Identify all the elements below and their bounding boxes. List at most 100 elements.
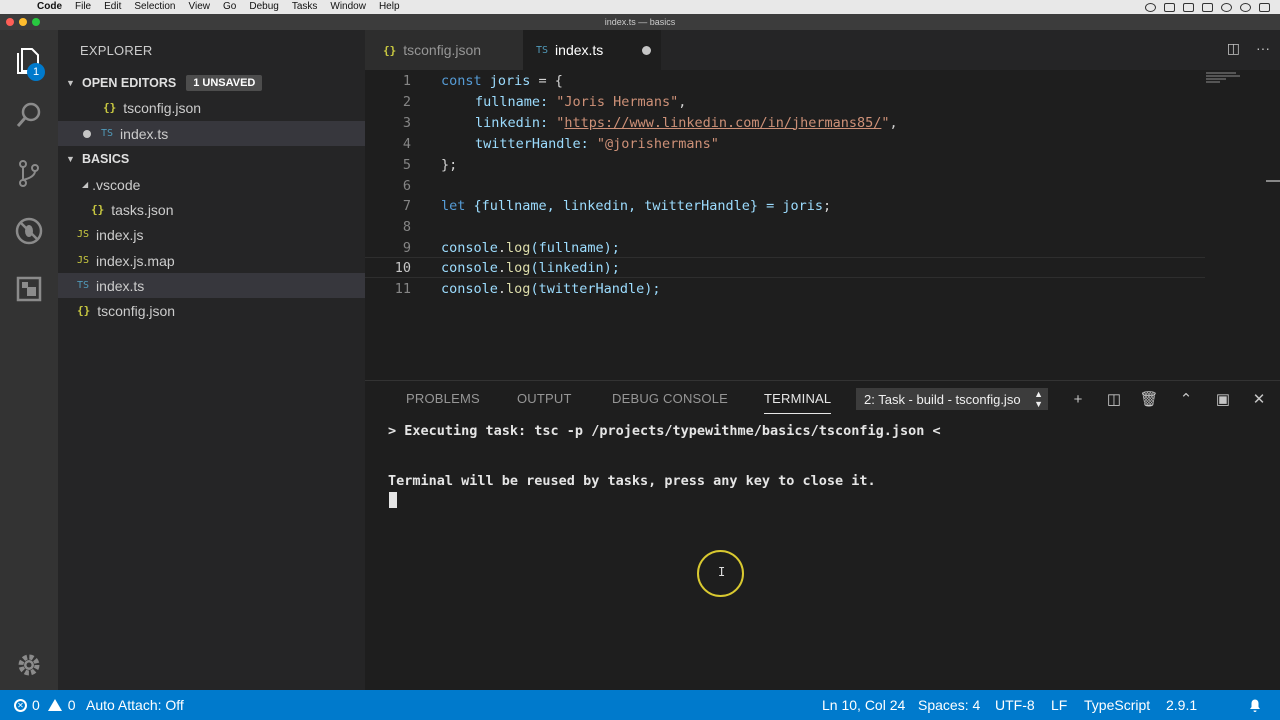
window-title: index.ts — basics <box>604 17 676 27</box>
cursor-position-status[interactable]: Ln 10, Col 24 <box>822 690 905 720</box>
display-icon[interactable] <box>1164 2 1175 12</box>
close-window-button[interactable] <box>6 18 14 26</box>
notification-center-icon[interactable] <box>1259 2 1270 12</box>
tab-problems[interactable]: PROBLEMS <box>406 391 480 406</box>
eol-status[interactable]: LF <box>1051 690 1067 720</box>
open-editor-tsconfig[interactable]: {} tsconfig.json <box>58 95 365 120</box>
terminal-select-value: 2: Task - build - tsconfig.jso <box>864 391 1021 407</box>
code-line: 1 const joris = { <box>365 70 1205 91</box>
warning-icon <box>47 699 62 711</box>
explorer-activity[interactable]: 1 <box>0 35 58 85</box>
file-index-js-map[interactable]: JS index.js.map <box>58 248 365 273</box>
chevron-down-icon: ▼ <box>66 154 75 164</box>
line-number: 3 <box>402 114 411 131</box>
menu-help[interactable]: Help <box>379 0 400 14</box>
code-editor[interactable]: 1 const joris = { 2 fullname: "Joris Her… <box>365 70 1280 380</box>
toggle-panel-position-button[interactable]: ▣ <box>1212 388 1234 410</box>
code-text: fullname: "Joris Hermans", <box>475 93 687 110</box>
tab-terminal[interactable]: TERMINAL <box>764 391 832 414</box>
menu-tasks[interactable]: Tasks <box>292 0 318 14</box>
terminal-select[interactable]: 2: Task - build - tsconfig.jso ▲ ▼ <box>856 388 1048 410</box>
keyboard-icon[interactable] <box>1202 2 1213 12</box>
chevron-down-icon: ▼ <box>66 78 75 88</box>
file-tasks-json[interactable]: {} tasks.json <box>58 197 365 222</box>
file-index-ts[interactable]: TS index.ts <box>58 273 365 298</box>
url-link[interactable]: https://www.linkedin.com/in/jhermans85/ <box>564 115 881 131</box>
basics-folder-header[interactable]: ▼ BASICS <box>58 147 365 171</box>
volume-icon[interactable] <box>1183 2 1194 12</box>
debug-activity[interactable] <box>0 206 58 256</box>
auto-attach-status[interactable]: Auto Attach: Off <box>86 690 184 720</box>
unsaved-dot-icon[interactable] <box>83 129 91 138</box>
tab-index-ts[interactable]: TS index.ts <box>523 30 661 70</box>
encoding-status[interactable]: UTF-8 <box>995 690 1035 720</box>
manage-activity[interactable] <box>0 640 58 690</box>
open-editor-index-ts[interactable]: TS index.ts <box>58 121 365 146</box>
indentation-status[interactable]: Spaces: 4 <box>918 690 980 720</box>
gear-icon <box>18 654 40 676</box>
code-line: 8 <box>365 216 1205 237</box>
menu-view[interactable]: View <box>189 0 211 14</box>
search-activity[interactable] <box>0 90 58 140</box>
typescript-file-icon: TS <box>101 128 114 139</box>
source-control-activity[interactable] <box>0 148 58 198</box>
scrollbar-marker[interactable] <box>1266 180 1280 182</box>
problems-status[interactable]: ✕ 0 0 <box>14 690 76 720</box>
split-icon: ◫ <box>1106 391 1122 408</box>
file-label: index.ts <box>96 277 145 294</box>
system-tray <box>1145 0 1270 14</box>
open-editors-header[interactable]: ▼ OPEN EDITORS 1 UNSAVED <box>58 71 365 95</box>
tab-output[interactable]: OUTPUT <box>517 391 572 406</box>
spotlight-icon[interactable] <box>1221 2 1232 12</box>
kill-terminal-button[interactable]: 🗑 <box>1138 388 1160 410</box>
json-file-icon: {} <box>77 304 91 317</box>
tab-debug-console[interactable]: DEBUG CONSOLE <box>612 391 728 406</box>
file-index-js[interactable]: JS index.js <box>58 222 365 247</box>
typescript-file-icon: TS <box>77 280 90 291</box>
code-line: 9 console.log(fullname); <box>365 237 1205 258</box>
menu-file[interactable]: File <box>75 0 91 14</box>
typescript-version-status[interactable]: 2.9.1 <box>1166 690 1197 720</box>
menu-edit[interactable]: Edit <box>104 0 121 14</box>
tab-tsconfig-json[interactable]: {} tsconfig.json <box>365 30 523 70</box>
explorer-sidebar: EXPLORER ▼ OPEN EDITORS 1 UNSAVED {} tsc… <box>58 30 365 690</box>
minimap[interactable] <box>1206 72 1242 86</box>
plus-icon: + <box>1073 390 1083 408</box>
new-terminal-button[interactable]: + <box>1067 388 1089 410</box>
json-file-icon: {} <box>383 43 397 57</box>
chevron-up-icon: ⌃ <box>1179 391 1193 408</box>
error-count: 0 <box>32 697 40 713</box>
close-panel-button[interactable]: ✕ <box>1248 388 1270 410</box>
split-terminal-button[interactable]: ◫ <box>1103 388 1125 410</box>
zoom-window-button[interactable] <box>32 18 40 26</box>
minimize-window-button[interactable] <box>19 18 27 26</box>
wifi-icon[interactable] <box>1145 2 1156 12</box>
unsaved-dot-icon[interactable] <box>642 46 651 55</box>
code-line: 6 <box>365 175 1205 196</box>
open-editors-label: OPEN EDITORS <box>82 76 177 90</box>
menu-debug[interactable]: Debug <box>249 0 278 14</box>
split-editor-icon[interactable]: ◫ <box>1227 40 1240 57</box>
extensions-activity[interactable] <box>0 264 58 314</box>
menu-window[interactable]: Window <box>330 0 366 14</box>
folder-vscode[interactable]: ◢ .vscode <box>58 172 365 197</box>
file-tsconfig-json[interactable]: {} tsconfig.json <box>58 298 365 323</box>
panel-layout-icon: ▣ <box>1215 391 1231 408</box>
more-actions-icon[interactable]: ··· <box>1256 40 1270 57</box>
line-number: 10 <box>394 259 411 276</box>
window-titlebar: index.ts — basics <box>0 14 1280 30</box>
status-bar: ✕ 0 0 Auto Attach: Off Ln 10, Col 24 Spa… <box>0 690 1280 720</box>
line-number: 6 <box>402 177 411 194</box>
menu-selection[interactable]: Selection <box>134 0 175 14</box>
code-text: twitterHandle: "@jorishermans" <box>475 135 719 152</box>
bell-icon[interactable] <box>1247 690 1263 720</box>
siri-icon[interactable] <box>1240 2 1251 12</box>
language-status[interactable]: TypeScript <box>1084 690 1150 720</box>
json-file-icon: {} <box>91 203 105 216</box>
code-text: linkedin: "https://www.linkedin.com/in/j… <box>475 114 898 131</box>
menu-go[interactable]: Go <box>223 0 236 14</box>
menu-app[interactable]: Code <box>37 0 62 14</box>
warning-count: 0 <box>67 697 76 713</box>
maximize-panel-button[interactable]: ⌃ <box>1175 388 1197 410</box>
file-label: index.js.map <box>96 252 175 269</box>
